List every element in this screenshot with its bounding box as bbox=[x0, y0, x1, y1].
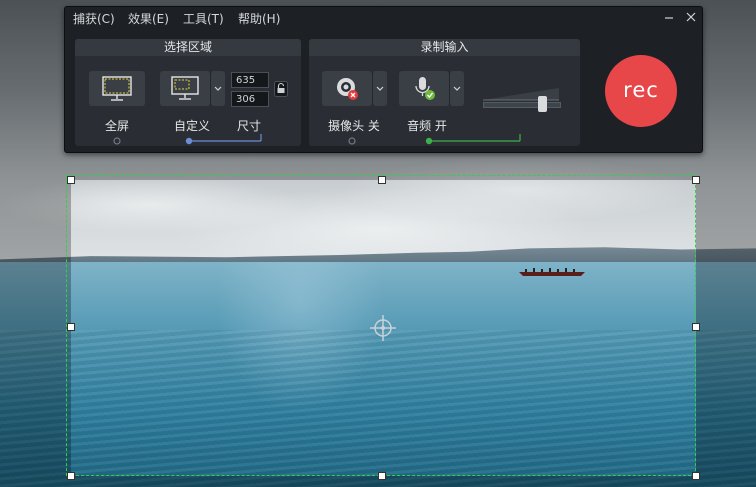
audio-toggle-button[interactable] bbox=[399, 71, 449, 106]
select-area-indicator bbox=[113, 134, 262, 145]
menu-help[interactable]: 帮助(H) bbox=[238, 10, 280, 27]
chevron-down-icon bbox=[214, 86, 222, 91]
camera-status-label: 摄像头 关 bbox=[328, 119, 380, 133]
resize-handle-bottom-right[interactable] bbox=[692, 472, 700, 480]
select-area-panel: 选择区域 全屏 自定义 635 306 尺寸 bbox=[75, 39, 301, 146]
resize-handle-left[interactable] bbox=[67, 323, 75, 331]
width-input[interactable] bbox=[231, 72, 269, 88]
size-label: 尺寸 bbox=[236, 119, 261, 133]
volume-slider-track[interactable] bbox=[483, 102, 561, 108]
height-input[interactable] bbox=[231, 91, 269, 107]
audio-status-label: 音频 开 bbox=[407, 119, 447, 133]
resize-handle-bottom[interactable] bbox=[378, 472, 386, 480]
menu-bar: 捕获(C) 效果(E) 工具(T) 帮助(H) bbox=[65, 7, 702, 29]
select-area-title: 选择区域 bbox=[75, 39, 301, 56]
resize-handle-top[interactable] bbox=[378, 176, 386, 184]
volume-slider-knob[interactable] bbox=[538, 96, 548, 112]
close-icon[interactable] bbox=[684, 10, 698, 24]
resize-handle-top-right[interactable] bbox=[692, 176, 700, 184]
menu-effects[interactable]: 效果(E) bbox=[128, 10, 169, 27]
resize-handle-bottom-left[interactable] bbox=[67, 472, 75, 480]
resize-handle-top-left[interactable] bbox=[67, 176, 75, 184]
menu-tools[interactable]: 工具(T) bbox=[183, 10, 224, 27]
menu-capture[interactable]: 捕获(C) bbox=[73, 10, 115, 27]
chevron-down-icon bbox=[376, 86, 384, 91]
record-input-indicator bbox=[348, 134, 521, 145]
microphone-on-icon bbox=[415, 77, 435, 100]
camera-dropdown[interactable] bbox=[372, 71, 387, 106]
lock-icon[interactable] bbox=[274, 81, 288, 97]
move-crosshair-icon[interactable] bbox=[368, 313, 398, 343]
fullscreen-monitor-icon bbox=[102, 76, 132, 101]
fullscreen-button[interactable] bbox=[89, 71, 145, 106]
webcam-off-icon bbox=[337, 78, 358, 100]
custom-area-dropdown[interactable] bbox=[210, 71, 225, 106]
minimize-icon[interactable] bbox=[662, 10, 676, 24]
chevron-down-icon bbox=[453, 86, 461, 91]
custom-area-monitor-icon bbox=[171, 76, 199, 100]
resize-handle-right[interactable] bbox=[692, 323, 700, 331]
camera-toggle-button[interactable] bbox=[322, 71, 372, 106]
recorder-window: 捕获(C) 效果(E) 工具(T) 帮助(H) 选择区域 全屏 自定义 635 … bbox=[64, 6, 703, 153]
record-input-title: 录制输入 bbox=[309, 39, 580, 56]
custom-area-button[interactable] bbox=[160, 71, 210, 106]
fullscreen-label: 全屏 bbox=[104, 119, 129, 133]
record-button[interactable]: rec bbox=[605, 55, 677, 127]
record-input-panel: 录制输入 摄像头 关 音频 开 bbox=[309, 39, 580, 146]
audio-dropdown[interactable] bbox=[449, 71, 464, 106]
custom-area-label: 自定义 bbox=[173, 119, 210, 133]
